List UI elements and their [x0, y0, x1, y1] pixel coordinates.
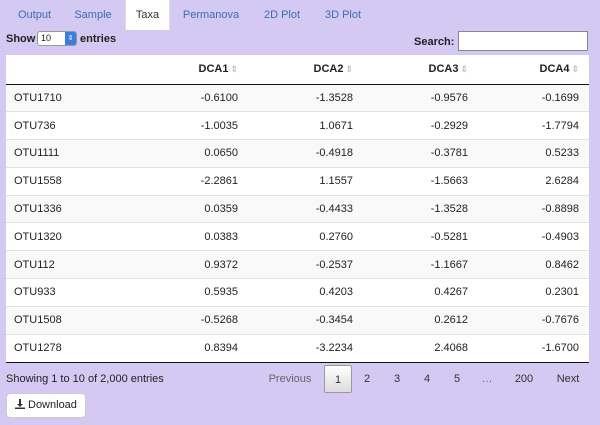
cell-dca4: 2.6284 — [478, 166, 589, 196]
cell-dca1: 0.9372 — [134, 250, 248, 279]
table-info: Showing 1 to 10 of 2,000 entries — [6, 373, 164, 385]
cell-otu: OTU1320 — [6, 222, 134, 251]
cell-dca2: 1.1557 — [248, 166, 363, 196]
show-label: Show — [6, 33, 36, 45]
cell-dca1: 0.0650 — [134, 139, 248, 168]
cell-otu: OTU1710 — [6, 84, 134, 112]
table-row: OTU933 0.5935 0.4203 0.4267 0.2301 — [6, 278, 589, 307]
data-table: DCA1 ⇕ DCA2 ⇕ DCA3 ⇕ DCA4 ⇕ OTU1710 -0.6100 … — [6, 55, 589, 362]
cell-dca3: -0.2929 — [363, 111, 478, 140]
table-row: OTU112 0.9372 -0.2537 -1.1667 0.8462 — [6, 250, 589, 279]
cell-dca3: 2.4068 — [363, 333, 478, 362]
pagination-next[interactable]: Next — [551, 365, 585, 393]
tab-2d-plot[interactable]: 2D Plot — [252, 0, 312, 30]
cell-dca4: -0.4903 — [478, 222, 589, 251]
cell-dca1: 0.0383 — [134, 222, 248, 251]
cell-otu: OTU112 — [6, 250, 134, 279]
cell-dca4: -1.7794 — [478, 111, 589, 140]
cell-dca3: 0.2612 — [363, 305, 478, 335]
cell-dca4: -0.7676 — [478, 305, 589, 335]
tab-3d-plot[interactable]: 3D Plot — [313, 0, 373, 30]
cell-dca4: -0.8898 — [478, 194, 589, 223]
entries-select-value: 10 — [41, 33, 52, 43]
cell-dca3: -1.3528 — [363, 194, 478, 223]
cell-dca2: -0.4433 — [248, 194, 363, 223]
cell-dca4: 0.8462 — [478, 250, 589, 279]
download-icon — [15, 399, 25, 409]
table-header-row: DCA1 ⇕ DCA2 ⇕ DCA3 ⇕ DCA4 ⇕ — [6, 55, 589, 85]
pagination-previous[interactable]: Previous — [262, 365, 318, 393]
cell-dca4: -0.1699 — [478, 84, 589, 112]
cell-otu: OTU1508 — [6, 305, 134, 335]
sort-icon: ⇕ — [460, 64, 468, 75]
column-header-dca4[interactable]: DCA4 ⇕ — [478, 55, 589, 85]
table-row: OTU1508 -0.5268 -0.3454 0.2612 -0.7676 — [6, 305, 589, 335]
cell-dca1: 0.8394 — [134, 333, 248, 362]
table-row: OTU736 -1.0035 1.0671 -0.2929 -1.7794 — [6, 111, 589, 140]
tab-sample[interactable]: Sample — [64, 0, 122, 30]
table-bottom-border — [6, 362, 589, 363]
column-header-dca3[interactable]: DCA3 ⇕ — [363, 55, 478, 85]
cell-dca3: -0.9576 — [363, 84, 478, 112]
pagination-page-200[interactable]: 200 — [508, 365, 540, 393]
table-row: OTU1320 0.0383 0.2760 -0.5281 -0.4903 — [6, 222, 589, 251]
pagination-page-5[interactable]: 5 — [445, 365, 469, 393]
cell-dca1: 0.0359 — [134, 194, 248, 223]
download-button-label: Download — [28, 399, 77, 411]
entries-label: entries — [80, 33, 117, 45]
table-row: OTU1278 0.8394 -3.2234 2.4068 -1.6700 — [6, 333, 589, 362]
tab-output[interactable]: Output — [6, 0, 63, 30]
table-row: OTU1558 -2.2861 1.1557 -1.5663 2.6284 — [6, 166, 589, 196]
pagination-page-1[interactable]: 1 — [324, 365, 352, 393]
tab-bar: Output Sample Taxa Permanova 2D Plot 3D … — [0, 0, 600, 30]
cell-dca3: -1.1667 — [363, 250, 478, 279]
pagination-page-3[interactable]: 3 — [385, 365, 409, 393]
pagination-ellipsis: … — [481, 373, 493, 385]
column-header-dca1[interactable]: DCA1 ⇕ — [134, 55, 248, 85]
sort-icon: ⇕ — [345, 64, 353, 75]
search-label: Search: — [414, 36, 455, 48]
cell-dca1: -0.6100 — [134, 84, 248, 112]
select-arrows-icon: ⇕ — [65, 32, 76, 45]
table-row: OTU1111 0.0650 -0.4918 -0.3781 0.5233 — [6, 139, 589, 168]
cell-otu: OTU1558 — [6, 166, 134, 196]
cell-dca4: -1.6700 — [478, 333, 589, 362]
cell-otu: OTU736 — [6, 111, 134, 140]
cell-otu: OTU1278 — [6, 333, 134, 362]
cell-dca3: -1.5663 — [363, 166, 478, 196]
cell-dca2: -0.4918 — [248, 139, 363, 168]
cell-dca3: 0.4267 — [363, 278, 478, 307]
cell-dca4: 0.2301 — [478, 278, 589, 307]
cell-otu: OTU933 — [6, 278, 134, 307]
cell-dca1: -1.0035 — [134, 111, 248, 140]
cell-dca2: 0.2760 — [248, 222, 363, 251]
cell-otu: OTU1336 — [6, 194, 134, 223]
cell-dca2: -0.3454 — [248, 305, 363, 335]
search-input[interactable] — [458, 31, 588, 51]
table-row: OTU1336 0.0359 -0.4433 -1.3528 -0.8898 — [6, 194, 589, 223]
cell-dca2: -1.3528 — [248, 84, 363, 112]
cell-dca2: 1.0671 — [248, 111, 363, 140]
pagination-page-2[interactable]: 2 — [355, 365, 379, 393]
sort-icon: ⇕ — [230, 64, 238, 75]
cell-otu: OTU1111 — [6, 139, 134, 168]
cell-dca2: 0.4203 — [248, 278, 363, 307]
entries-select[interactable]: 10 ⇕ — [37, 31, 77, 46]
sort-icon: ⇕ — [571, 64, 579, 75]
tab-permanova[interactable]: Permanova — [171, 0, 251, 30]
cell-dca2: -0.2537 — [248, 250, 363, 279]
download-button[interactable]: Download — [6, 393, 86, 418]
cell-dca3: -0.3781 — [363, 139, 478, 168]
cell-dca2: -3.2234 — [248, 333, 363, 362]
tab-taxa[interactable]: Taxa — [125, 0, 170, 30]
column-header-index[interactable] — [6, 55, 134, 85]
cell-dca3: -0.5281 — [363, 222, 478, 251]
cell-dca1: 0.5935 — [134, 278, 248, 307]
cell-dca4: 0.5233 — [478, 139, 589, 168]
table-row: OTU1710 -0.6100 -1.3528 -0.9576 -0.1699 — [6, 84, 589, 112]
pagination-page-4[interactable]: 4 — [415, 365, 439, 393]
column-header-dca2[interactable]: DCA2 ⇕ — [248, 55, 363, 85]
cell-dca1: -0.5268 — [134, 305, 248, 335]
cell-dca1: -2.2861 — [134, 166, 248, 196]
